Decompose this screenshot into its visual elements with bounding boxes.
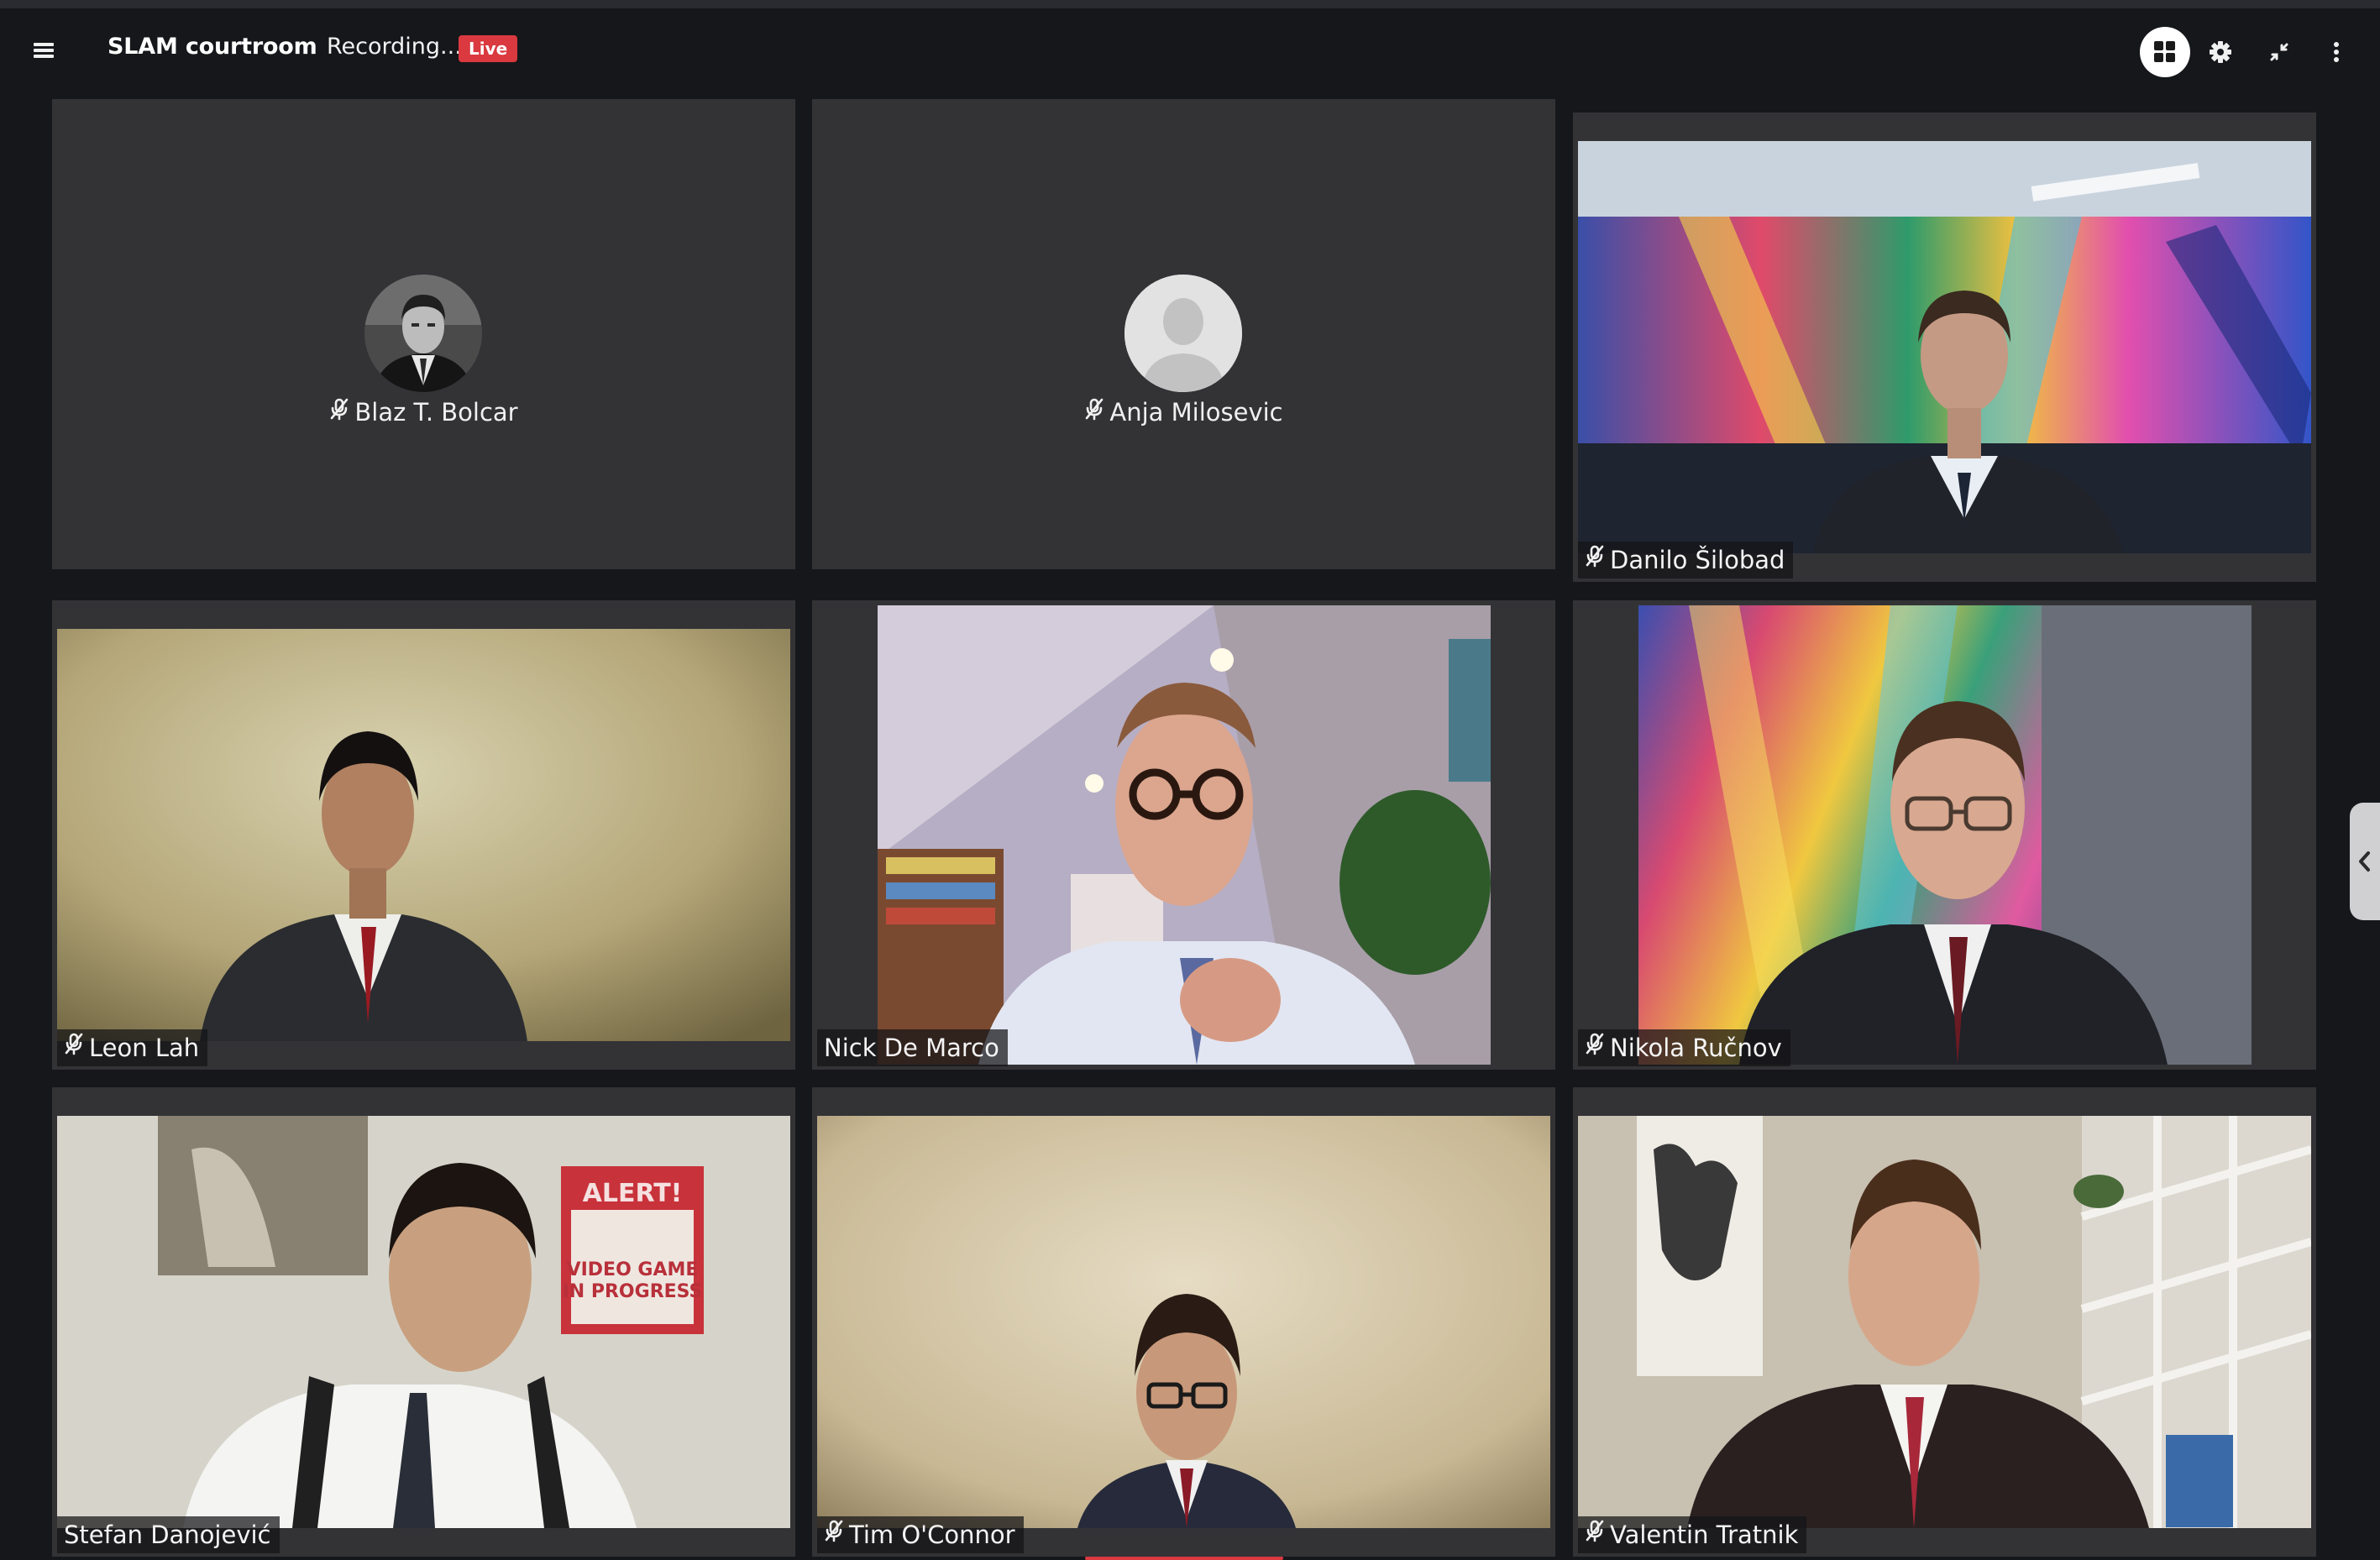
participant-avatar: [364, 275, 482, 392]
grid-layout-button[interactable]: [2140, 27, 2190, 77]
participant-tile-nick-de-marco[interactable]: Nick De Marco: [812, 600, 1555, 1070]
room-title: SLAM courtroom: [107, 34, 317, 60]
svg-text:IN PROGRESS: IN PROGRESS: [563, 1281, 703, 1302]
participant-tile-valentin-tratnik[interactable]: Valentin Tratnik: [1573, 1087, 2316, 1557]
participant-name-label: Nick De Marco: [817, 1029, 1008, 1066]
participant-video: [1638, 605, 2252, 1065]
recording-status: Recording...: [327, 34, 462, 60]
mic-muted-icon: [329, 397, 349, 427]
mic-muted-icon: [1585, 1516, 1605, 1552]
default-person-avatar: [1124, 275, 1242, 392]
svg-text:ALERT!: ALERT!: [583, 1179, 683, 1208]
side-panel-toggle[interactable]: [2350, 803, 2380, 920]
participant-name-label: Valentin Tratnik: [1578, 1516, 1807, 1553]
participant-tile-leon-lah[interactable]: Leon Lah: [52, 600, 795, 1070]
participant-tile-blaz-t-bolcar[interactable]: Blaz T. Bolcar: [52, 99, 795, 569]
mic-muted-icon: [824, 1516, 844, 1552]
participant-name-text: Valentin Tratnik: [1610, 1521, 1799, 1549]
window-top-edge: [0, 0, 2380, 8]
participant-name: Anja Milosevic: [812, 398, 1555, 429]
top-bar: SLAM courtroom Recording... Live: [0, 15, 2380, 87]
participant-name-text: Anja Milosevic: [1109, 398, 1283, 427]
mic-muted-icon: [1585, 541, 1605, 578]
participant-video: [1578, 1116, 2311, 1528]
participant-video: [1578, 141, 2311, 553]
live-badge: Live: [459, 35, 518, 62]
participant-tile-danilo-silobad[interactable]: Danilo Šilobad: [1573, 113, 2316, 582]
participant-name: Blaz T. Bolcar: [52, 398, 795, 429]
hamburger-menu-icon[interactable]: [30, 37, 57, 64]
minimize-button[interactable]: [2254, 27, 2304, 77]
participant-video: ALERT! VIDEO GAME IN PROGRESS: [57, 1116, 790, 1528]
svg-text:VIDEO GAME: VIDEO GAME: [567, 1259, 699, 1280]
mic-muted-icon: [1585, 1029, 1605, 1065]
participant-tile-anja-milosevic[interactable]: Anja Milosevic: [812, 99, 1555, 569]
settings-button[interactable]: [2195, 27, 2246, 77]
participant-name-text: Blaz T. Bolcar: [354, 398, 518, 427]
participant-name-label: Danilo Šilobad: [1578, 541, 1794, 578]
participant-video: [878, 605, 1491, 1065]
bottom-accent-bar: [1085, 1557, 1283, 1560]
participant-name-text: Tim O'Connor: [849, 1521, 1015, 1549]
more-options-button[interactable]: [2311, 27, 2362, 77]
participant-name-label: Nikola Ručnov: [1578, 1029, 1790, 1066]
chevron-left-icon: [2359, 851, 2370, 872]
mic-muted-icon: [1084, 397, 1104, 427]
participant-name-text: Leon Lah: [89, 1034, 200, 1062]
participant-name-text: Stefan Danojević: [64, 1521, 271, 1549]
participant-video: [817, 1116, 1550, 1528]
participant-name-label: Leon Lah: [57, 1029, 208, 1066]
participant-tile-tim-oconnor[interactable]: Tim O'Connor: [812, 1087, 1555, 1557]
participant-name-text: Nick De Marco: [824, 1034, 999, 1062]
more-vertical-icon: [2334, 42, 2339, 62]
participant-name-label: Stefan Danojević: [57, 1516, 280, 1553]
participant-tile-stefan-danojevic[interactable]: ALERT! VIDEO GAME IN PROGRESS Stefan Dan…: [52, 1087, 795, 1557]
gear-icon: [2210, 41, 2231, 63]
participant-name-label: Tim O'Connor: [817, 1516, 1024, 1553]
minimize-arrows-icon: [2270, 43, 2288, 61]
participant-name-text: Danilo Šilobad: [1610, 546, 1785, 574]
mic-muted-icon: [64, 1029, 84, 1065]
participant-name-text: Nikola Ručnov: [1610, 1034, 1782, 1062]
participant-tile-nikola-rucnov[interactable]: Nikola Ručnov: [1573, 600, 2316, 1070]
participant-video: [57, 629, 790, 1041]
